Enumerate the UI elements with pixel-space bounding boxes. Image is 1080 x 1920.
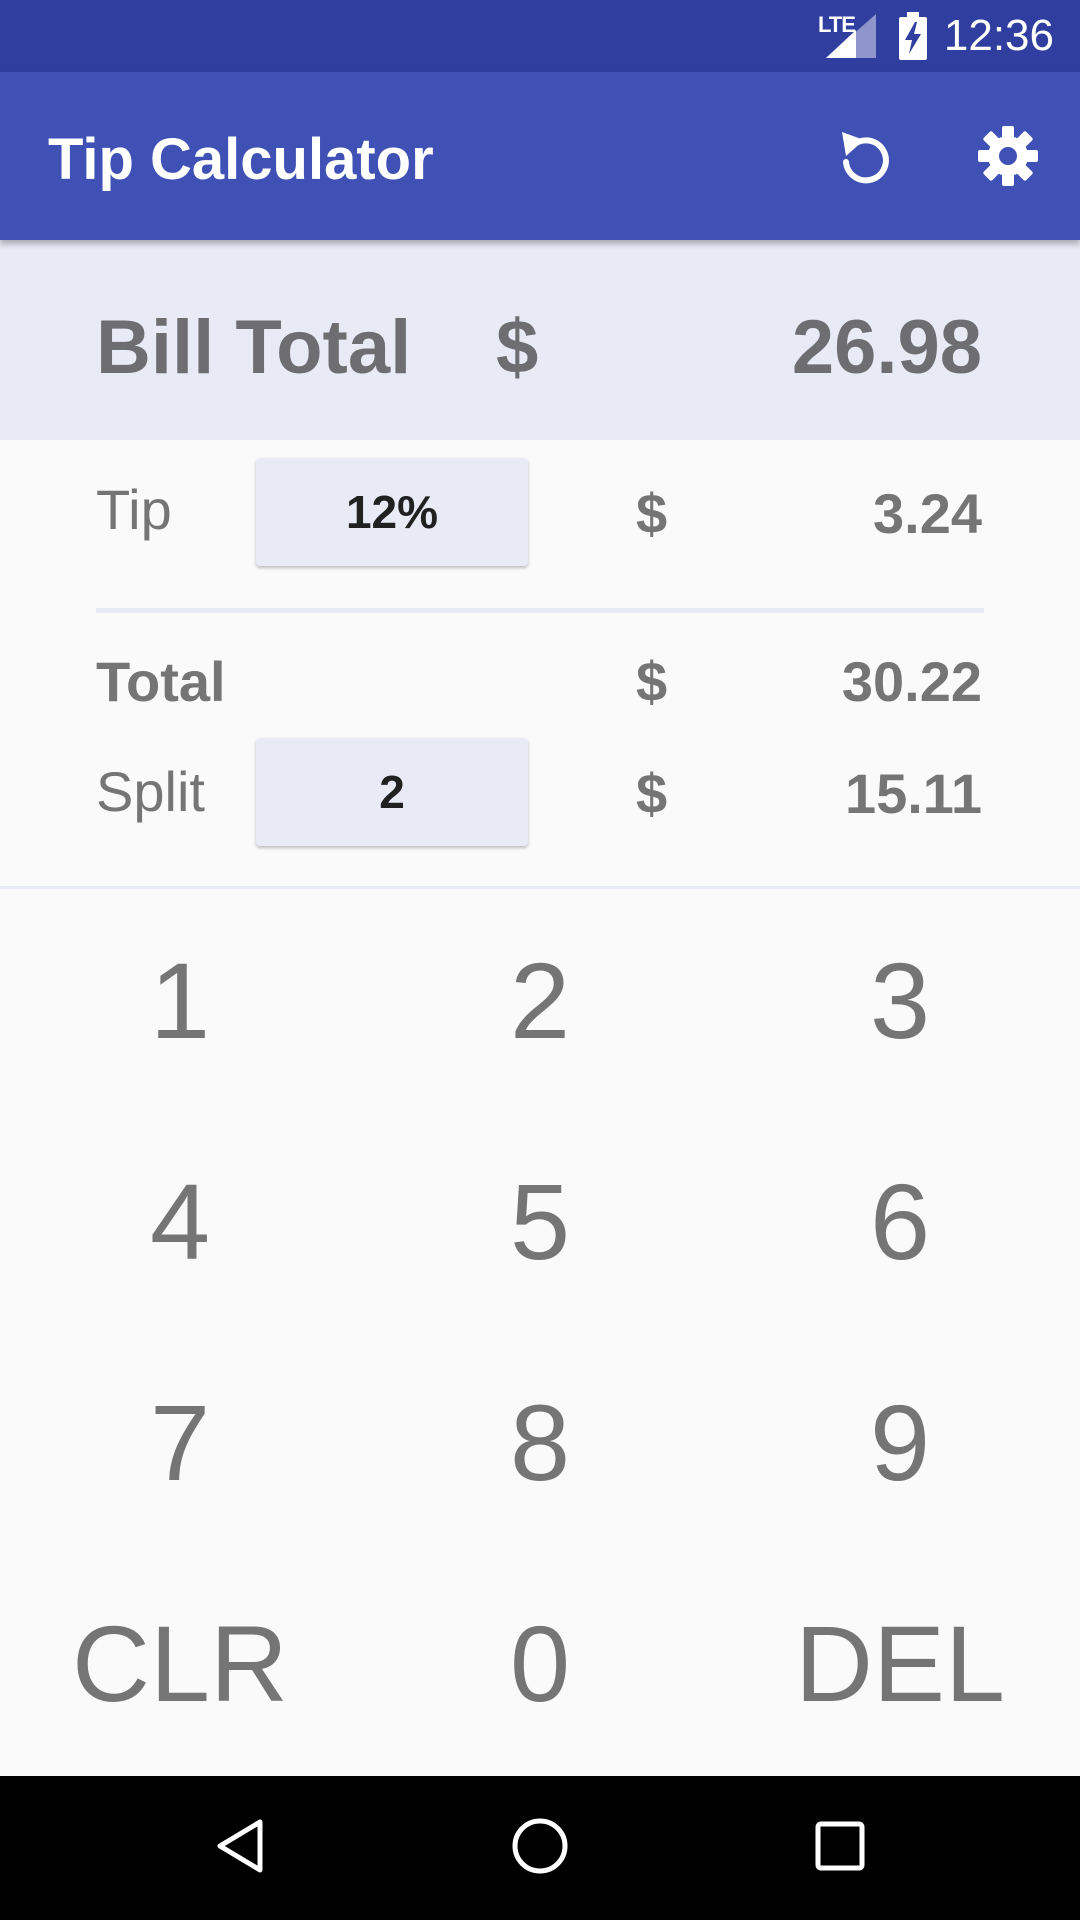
key-1[interactable]: 1 (0, 890, 360, 1111)
bill-total-label: Bill Total (96, 305, 412, 390)
settings-icon (977, 125, 1039, 192)
reset-button[interactable] (826, 120, 902, 196)
back-button[interactable] (200, 1808, 280, 1888)
key-2[interactable]: 2 (360, 890, 720, 1111)
back-icon (212, 1818, 268, 1879)
settings-button[interactable] (970, 120, 1046, 196)
tip-currency: $ (636, 482, 668, 545)
recents-icon (814, 1820, 866, 1877)
tip-amount: 3.24 (873, 482, 982, 545)
split-currency: $ (636, 762, 668, 825)
home-icon (510, 1816, 570, 1881)
app-bar: Tip Calculator (0, 72, 1080, 240)
status-clock: 12:36 (943, 11, 1054, 60)
bill-currency: $ (496, 305, 539, 390)
key-8[interactable]: 8 (360, 1332, 720, 1553)
keypad: 1 2 3 4 5 6 7 8 9 CLR 0 DEL (0, 890, 1080, 1775)
signal-icon (826, 14, 876, 63)
divider (96, 608, 984, 613)
split-label: Split (96, 760, 205, 823)
recents-button[interactable] (800, 1808, 880, 1888)
status-bar: LTE 12:36 (0, 0, 1080, 72)
key-9[interactable]: 9 (720, 1332, 1080, 1553)
key-0[interactable]: 0 (360, 1553, 720, 1774)
divider (0, 886, 1080, 889)
total-amount: 30.22 (841, 650, 982, 713)
tip-label: Tip (96, 478, 172, 541)
reset-icon (836, 126, 892, 191)
key-7[interactable]: 7 (0, 1332, 360, 1553)
key-5[interactable]: 5 (360, 1111, 720, 1332)
clear-key[interactable]: CLR (0, 1553, 360, 1774)
key-6[interactable]: 6 (720, 1111, 1080, 1332)
key-3[interactable]: 3 (720, 890, 1080, 1111)
navigation-bar (0, 1776, 1080, 1920)
total-currency: $ (636, 650, 668, 713)
app-title: Tip Calculator (48, 127, 434, 192)
delete-key[interactable]: DEL (720, 1553, 1080, 1774)
split-amount: 15.11 (844, 762, 982, 825)
home-button[interactable] (500, 1808, 580, 1888)
bill-total-panel[interactable]: Bill Total $ 26.98 (0, 240, 1080, 440)
key-4[interactable]: 4 (0, 1111, 360, 1332)
battery-charging-icon (898, 12, 928, 65)
total-label: Total (96, 650, 226, 713)
split-count-button[interactable]: 2 (256, 738, 528, 846)
tip-percent-button[interactable]: 12% (256, 458, 528, 566)
bill-total-amount: 26.98 (791, 305, 982, 390)
